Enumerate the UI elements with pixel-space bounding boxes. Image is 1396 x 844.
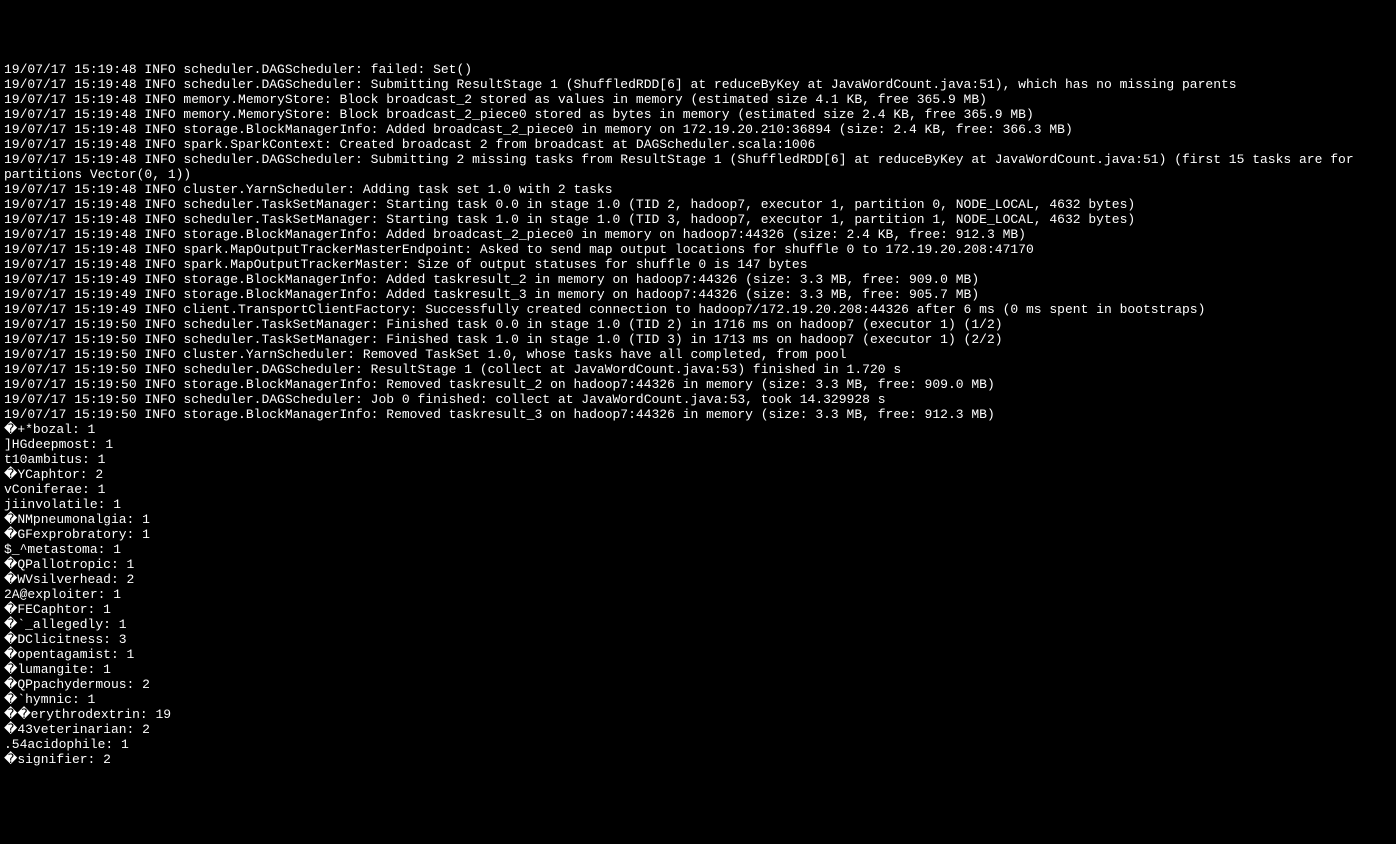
terminal-line: �lumangite: 1 [4, 662, 1392, 677]
terminal-line: �`hymnic: 1 [4, 692, 1392, 707]
terminal-line: 19/07/17 15:19:50 INFO storage.BlockMana… [4, 377, 1392, 392]
terminal-line: 19/07/17 15:19:50 INFO scheduler.DAGSche… [4, 362, 1392, 377]
terminal-line: .54acidophile: 1 [4, 737, 1392, 752]
terminal-line: 19/07/17 15:19:48 INFO scheduler.TaskSet… [4, 212, 1392, 227]
terminal-line: 19/07/17 15:19:48 INFO memory.MemoryStor… [4, 92, 1392, 107]
terminal-line: 19/07/17 15:19:48 INFO scheduler.DAGSche… [4, 77, 1392, 92]
terminal-line: �signifier: 2 [4, 752, 1392, 767]
terminal-line: �+*bozal: 1 [4, 422, 1392, 437]
terminal-line: �GFexprobratory: 1 [4, 527, 1392, 542]
terminal-line: ]HGdeepmost: 1 [4, 437, 1392, 452]
terminal-line: �FECaphtor: 1 [4, 602, 1392, 617]
terminal-line: vConiferae: 1 [4, 482, 1392, 497]
terminal-line: 19/07/17 15:19:49 INFO storage.BlockMana… [4, 287, 1392, 302]
terminal-line: 19/07/17 15:19:48 INFO spark.MapOutputTr… [4, 257, 1392, 272]
terminal-line: $_^metastoma: 1 [4, 542, 1392, 557]
terminal-line: 19/07/17 15:19:48 INFO scheduler.DAGSche… [4, 62, 1392, 77]
terminal-line: �43veterinarian: 2 [4, 722, 1392, 737]
terminal-line: partitions Vector(0, 1)) [4, 167, 1392, 182]
terminal-line: 19/07/17 15:19:50 INFO storage.BlockMana… [4, 407, 1392, 422]
terminal-line: 19/07/17 15:19:48 INFO scheduler.TaskSet… [4, 197, 1392, 212]
terminal-line: �QPallotropic: 1 [4, 557, 1392, 572]
terminal-line: 19/07/17 15:19:48 INFO storage.BlockMana… [4, 122, 1392, 137]
terminal-line: 19/07/17 15:19:48 INFO cluster.YarnSched… [4, 182, 1392, 197]
terminal-line: 19/07/17 15:19:50 INFO scheduler.DAGSche… [4, 392, 1392, 407]
terminal-line: 19/07/17 15:19:50 INFO scheduler.TaskSet… [4, 317, 1392, 332]
terminal-line: �WVsilverhead: 2 [4, 572, 1392, 587]
terminal-line: 19/07/17 15:19:48 INFO spark.SparkContex… [4, 137, 1392, 152]
terminal-line: 19/07/17 15:19:50 INFO cluster.YarnSched… [4, 347, 1392, 362]
terminal-line: �opentagamist: 1 [4, 647, 1392, 662]
terminal-line: �YCaphtor: 2 [4, 467, 1392, 482]
terminal-line: jiinvolatile: 1 [4, 497, 1392, 512]
terminal-line: 2A@exploiter: 1 [4, 587, 1392, 602]
terminal-line: 19/07/17 15:19:48 INFO storage.BlockMana… [4, 227, 1392, 242]
terminal-line: 19/07/17 15:19:49 INFO storage.BlockMana… [4, 272, 1392, 287]
terminal-output: 19/07/17 15:19:48 INFO scheduler.DAGSche… [4, 62, 1392, 767]
terminal-line: 19/07/17 15:19:48 INFO memory.MemoryStor… [4, 107, 1392, 122]
terminal-line: �NMpneumonalgia: 1 [4, 512, 1392, 527]
terminal-line: �DClicitness: 3 [4, 632, 1392, 647]
terminal-line: 19/07/17 15:19:49 INFO client.TransportC… [4, 302, 1392, 317]
terminal-line: ��erythrodextrin: 19 [4, 707, 1392, 722]
terminal-line: 19/07/17 15:19:48 INFO scheduler.DAGSche… [4, 152, 1392, 167]
terminal-line: �QPpachydermous: 2 [4, 677, 1392, 692]
terminal-line: 19/07/17 15:19:48 INFO spark.MapOutputTr… [4, 242, 1392, 257]
terminal-line: �`_allegedly: 1 [4, 617, 1392, 632]
terminal-line: t10ambitus: 1 [4, 452, 1392, 467]
terminal-line: 19/07/17 15:19:50 INFO scheduler.TaskSet… [4, 332, 1392, 347]
